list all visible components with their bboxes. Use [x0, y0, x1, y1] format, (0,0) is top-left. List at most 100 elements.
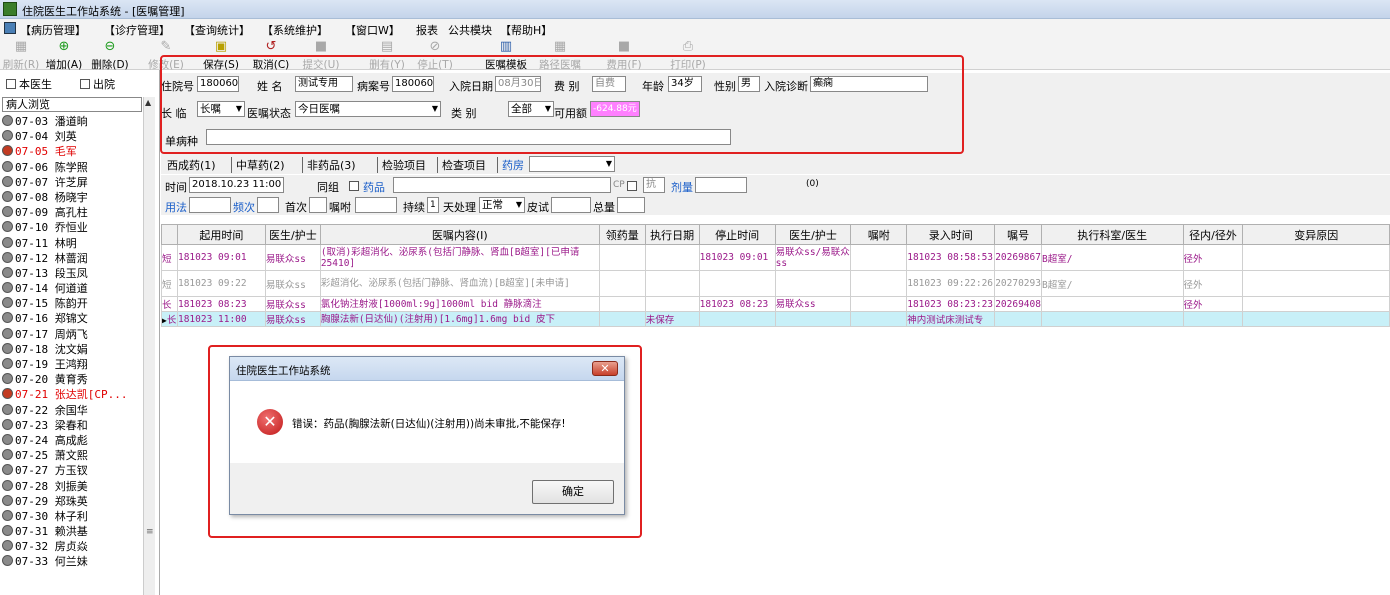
patient-list-item[interactable]: 07-27 方玉钗 — [2, 463, 142, 478]
refresh-icon: ▦ — [14, 39, 28, 54]
cp-checkbox[interactable] — [627, 181, 637, 191]
patient-list-item[interactable]: 07-04 刘英 — [2, 129, 142, 144]
patient-list-item[interactable]: 07-10 乔恒业 — [2, 220, 142, 235]
column-header[interactable]: 医生/护士 — [264, 224, 321, 245]
table-row[interactable]: 短 181023 09:01 易联众ss (取消)彩超消化、泌尿系(包括门静脉、肾血[… — [161, 244, 1390, 271]
patient-list-item[interactable]: 07-05 毛军 — [2, 144, 142, 159]
antibiotic-button[interactable]: 抗 — [643, 177, 665, 193]
column-header[interactable]: 医嘱内容(I) — [319, 224, 600, 245]
patient-list-item[interactable]: 07-06 陈学照 — [2, 160, 142, 175]
menu-report[interactable]: 报表 — [416, 22, 438, 38]
patient-list-item[interactable]: 07-15 陈韵开 — [2, 296, 142, 311]
patient-list-item[interactable]: 07-22 余国华 — [2, 403, 142, 418]
menu-diagnosis[interactable]: 【诊疗管理】 — [104, 22, 170, 38]
menu-public[interactable]: 公共模块 — [448, 22, 492, 38]
usage-field[interactable] — [189, 197, 231, 213]
patient-label: 07-07 许芝屏 — [15, 175, 88, 189]
patient-avatar-icon — [2, 479, 13, 491]
menu-medical-record[interactable]: 【病历管理】 — [20, 22, 86, 38]
menu-query[interactable]: 【查询统计】 — [184, 22, 250, 38]
table-row[interactable]: 短 181023 09:22 易联众ss 彩超消化、泌尿系(包括门静脉、肾血流)[B超… — [161, 270, 1390, 297]
column-header[interactable]: 录入时间 — [906, 224, 996, 245]
patient-list-item[interactable]: 07-19 王鸿翔 — [2, 357, 142, 372]
instruction-field[interactable] — [355, 197, 397, 213]
ok-button[interactable]: 确定 — [532, 480, 614, 504]
patient-list-item[interactable]: 07-29 郑珠英 — [2, 494, 142, 509]
scroll-up-arrow-icon[interactable]: ▲ — [145, 98, 151, 107]
tab-exam[interactable]: 检查项目 — [437, 157, 486, 173]
tab-lab-test[interactable]: 检验项目 — [377, 157, 426, 173]
patient-list-item[interactable]: 07-31 赖洪基 — [2, 524, 142, 539]
patient-list-item[interactable]: 07-09 高孔柱 — [2, 205, 142, 220]
close-icon[interactable]: ✕ — [592, 361, 618, 376]
empty-cell — [598, 244, 646, 271]
title-bar: 住院医生工作站系统 - [医嘱管理] — [0, 0, 1390, 19]
patient-list-item[interactable]: 07-30 林子利 — [2, 509, 142, 524]
drug-field[interactable] — [393, 177, 611, 193]
first-dose-field[interactable] — [309, 197, 327, 213]
patient-list-item[interactable]: 07-14 何道道 — [2, 281, 142, 296]
tab-western-medicine[interactable]: 西成药(1) — [167, 157, 216, 173]
cell-stop: 181023 08:23 — [698, 296, 776, 312]
empty-cell — [1242, 244, 1390, 271]
patient-list-item[interactable]: 07-16 郑锦文 — [2, 311, 142, 326]
column-header[interactable]: 起用时间 — [176, 224, 266, 245]
column-header[interactable]: 嘱咐 — [850, 224, 908, 245]
patient-list-item[interactable]: 07-17 周炳飞 — [2, 327, 142, 342]
patient-list-item[interactable]: 07-33 何兰妹 — [2, 554, 142, 569]
checkbox[interactable] — [6, 79, 16, 89]
frequency-field[interactable] — [257, 197, 279, 213]
add-button[interactable]: ⊕ 增加(A) — [42, 38, 86, 71]
patient-list-item[interactable]: 07-18 沈文娟 — [2, 342, 142, 357]
menu-system[interactable]: 【系统维护】 — [262, 22, 328, 38]
total-field[interactable] — [617, 197, 645, 213]
tab-chinese-herb[interactable]: 中草药(2) — [231, 157, 285, 173]
cell-exec — [644, 270, 700, 297]
column-header[interactable] — [161, 224, 178, 245]
stop-icon: ⊘ — [429, 39, 441, 54]
table-row[interactable]: 长 181023 08:23 易联众ss 氯化钠注射液[1000ml:9g]1000m… — [161, 296, 1390, 312]
column-header[interactable]: 停止时间 — [698, 224, 776, 245]
column-header[interactable]: 领药量 — [598, 224, 646, 245]
table-row[interactable]: ▶长 181023 11:00 易联众ss 胸腺法新(日达仙)(注射用)[1.6mg]… — [161, 311, 1390, 327]
dosage-field[interactable] — [695, 177, 747, 193]
patient-list-item[interactable]: 07-25 萧文熙 — [2, 448, 142, 463]
patient-list-item[interactable]: 07-24 高成彪 — [2, 433, 142, 448]
patient-list-item[interactable]: 07-03 潘道晌 — [2, 114, 142, 129]
patient-avatar-icon — [2, 160, 13, 172]
patient-list-item[interactable]: 07-08 杨晓宇 — [2, 190, 142, 205]
patient-avatar-icon — [2, 236, 13, 248]
cell-exec — [644, 296, 700, 312]
patient-list-item[interactable]: 07-12 林蔷润 — [2, 251, 142, 266]
pharmacy-select[interactable]: ▼ — [529, 156, 615, 172]
same-group-checkbox[interactable] — [349, 181, 359, 191]
patient-list-item[interactable]: 07-23 梁春和 — [2, 418, 142, 433]
patient-list-item[interactable]: 07-13 段玉凤 — [2, 266, 142, 281]
continue-field[interactable]: 1 — [427, 197, 439, 213]
filter-this-doctor[interactable]: 本医生 — [6, 76, 52, 92]
patient-list-item[interactable]: 07-20 黄育秀 — [2, 372, 142, 387]
patient-list-item[interactable]: 07-28 刘振美 — [2, 479, 142, 494]
column-header[interactable]: 径内/径外 — [1182, 224, 1244, 245]
patient-list-item[interactable]: 07-11 林明 — [2, 236, 142, 251]
column-header[interactable]: 执行科室/医生 — [1040, 224, 1184, 245]
checkbox[interactable] — [80, 79, 90, 89]
menu-help[interactable]: 【帮助H】 — [500, 22, 552, 38]
patient-list-scrollbar[interactable]: ▲ ≡ — [143, 97, 155, 595]
item-tabs: 西成药(1) 中草药(2) 非药品(3) 检验项目 检查项目 药房 ▼ — [161, 155, 1390, 174]
delete-button[interactable]: ⊖ 删除(D) — [88, 38, 132, 71]
patient-list-item[interactable]: 07-07 许芝屏 — [2, 175, 142, 190]
menu-window[interactable]: 【窗口W】 — [345, 22, 400, 38]
column-header[interactable]: 医生/护士 — [774, 224, 852, 245]
patient-list-item[interactable]: 07-21 张达凯[CP... — [2, 387, 142, 402]
time-field[interactable]: 2018.10.23 11:00 — [189, 177, 284, 193]
tab-non-drug[interactable]: 非药品(3) — [302, 157, 356, 173]
patient-list-item[interactable]: 07-32 房贞焱 — [2, 539, 142, 554]
column-header[interactable]: 变异原因 — [1242, 224, 1390, 245]
filter-discharged[interactable]: 出院 — [80, 76, 115, 92]
column-header[interactable]: 执行日期 — [644, 224, 700, 245]
skin-test-field[interactable] — [551, 197, 591, 213]
column-header[interactable]: 嘱号 — [994, 224, 1042, 245]
refresh-button[interactable]: ▦ 刷新(R) — [2, 38, 40, 71]
handling-select[interactable]: 正常 ▼ — [479, 197, 525, 213]
